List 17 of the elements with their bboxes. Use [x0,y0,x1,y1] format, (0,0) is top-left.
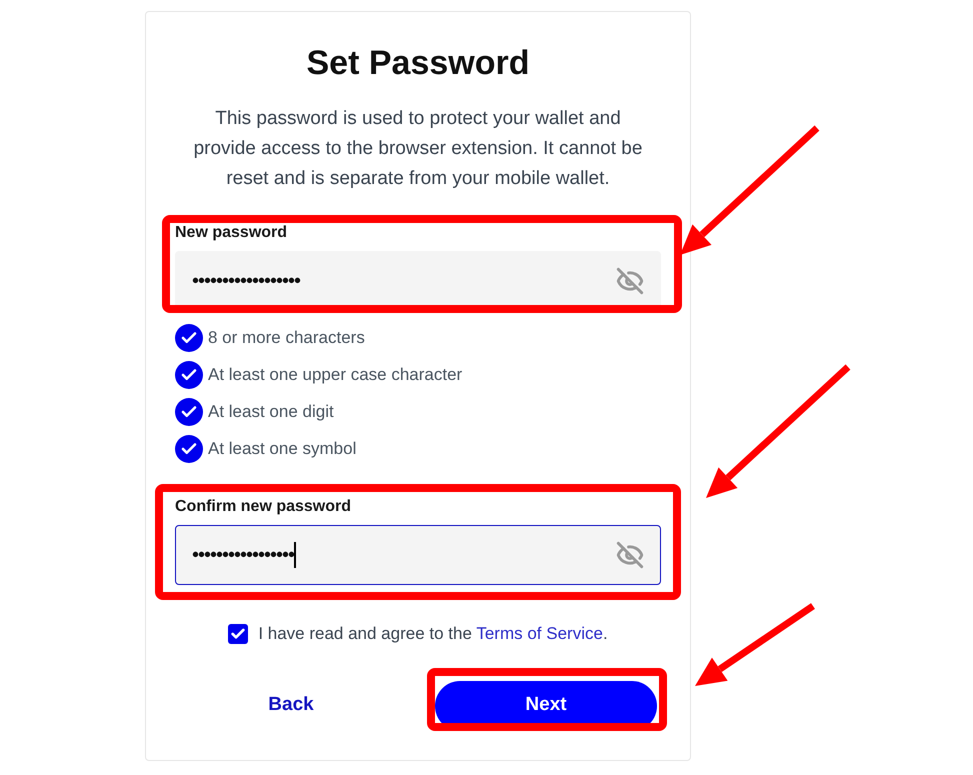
requirement-text: At least one digit [208,401,334,424]
description-text: This password is used to protect your wallet and provide access to the browser extension. It cannot be reset and is separate from your mobile wallet. [192,107,644,191]
password-value: ••••••••••••••••• [192,545,294,565]
field-label: New password [175,223,288,243]
requirement-text: 8 or more characters [208,327,365,350]
terms-agreement-text: I have read and agree to the Terms of Service. [258,623,608,645]
password-field[interactable]: ••••••••••••••••• [175,525,661,585]
back-button[interactable]: Back [175,680,407,730]
terms-checkbox[interactable] [228,624,248,644]
requirement-text: At least one upper case character [208,364,462,386]
password-value: •••••••••••••••••• [192,271,300,291]
hide-password-icon[interactable] [616,267,644,295]
field-label: Confirm new password [175,497,352,517]
requirement-text: At least one symbol [208,438,356,460]
terms-link[interactable]: Terms of Service [476,624,603,643]
page-title: Set Password [306,43,530,84]
hide-password-icon[interactable] [616,541,644,569]
